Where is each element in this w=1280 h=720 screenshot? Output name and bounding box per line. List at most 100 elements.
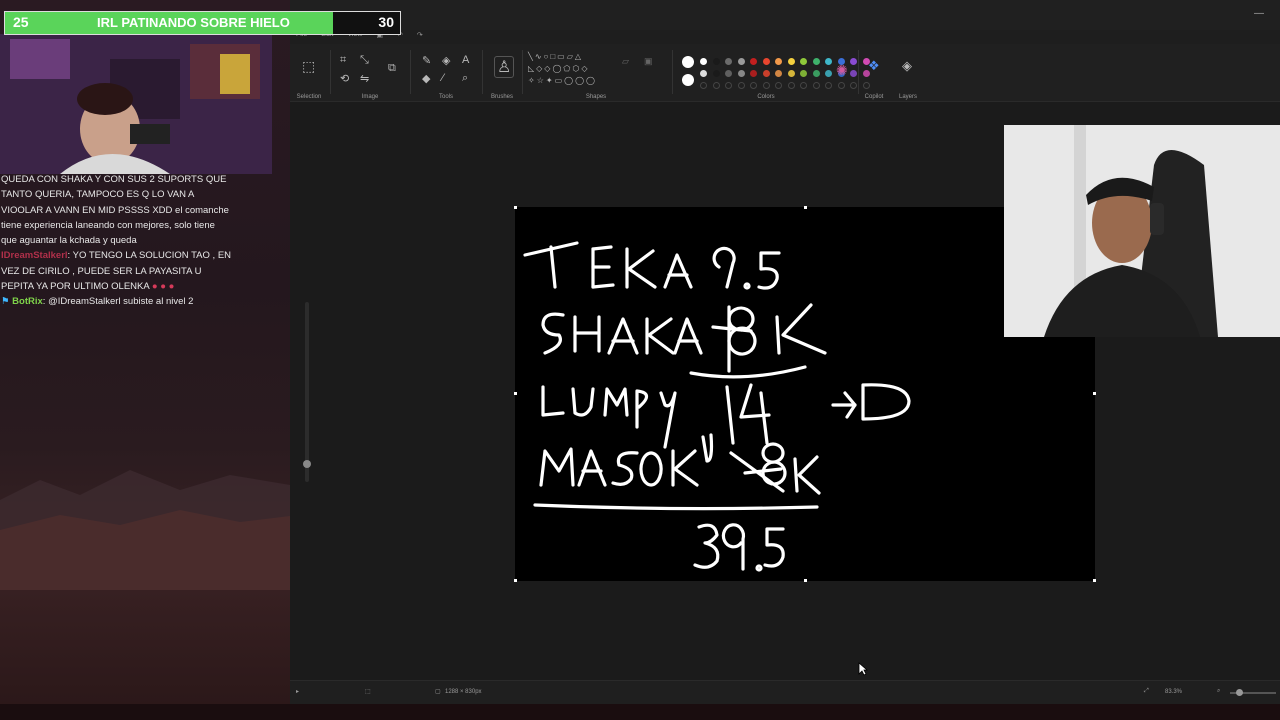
chat-message: PEPITA YA POR ULTIMO OLENKA (1, 281, 150, 293)
resize-handle[interactable] (804, 206, 807, 209)
palette-color-swatch[interactable] (700, 58, 707, 65)
chat-line: tiene experiencia laneando con mejores, … (0, 218, 290, 233)
palette-color-swatch[interactable] (850, 58, 857, 65)
edit-colors-icon[interactable]: ✺ (836, 62, 848, 79)
streamer-webcam-right (1004, 125, 1280, 337)
custom-color-slot[interactable] (712, 82, 720, 89)
palette-color-swatch[interactable] (737, 58, 745, 65)
palette-color-swatch[interactable] (812, 58, 820, 65)
text-icon[interactable]: A (462, 54, 469, 66)
custom-color-slot[interactable] (762, 82, 770, 89)
palette-color-swatch[interactable] (800, 58, 807, 65)
fit-to-window-icon[interactable]: ⤢ (1144, 688, 1149, 695)
custom-color-slot[interactable] (800, 82, 807, 89)
streamer-webcam-left (0, 34, 272, 174)
resize-handle[interactable] (1093, 579, 1096, 582)
minimize-icon[interactable]: — (1254, 8, 1264, 19)
palette-color-swatch[interactable] (800, 70, 807, 77)
resize-handle[interactable] (804, 579, 807, 582)
pointer-icon: ▸ (296, 689, 300, 695)
palette-color-swatch[interactable] (812, 70, 820, 77)
stream-sidebar: QUEDA CON SHAKA Y CON SUS 2 SUPORTS QUE … (0, 0, 290, 720)
palette-color-swatch[interactable] (750, 58, 757, 65)
vertical-zoom-slider[interactable] (303, 302, 311, 482)
rotate-icon[interactable]: ⟲ (340, 72, 349, 85)
custom-color-slot[interactable] (825, 82, 832, 89)
palette-color-swatch[interactable] (775, 70, 782, 77)
fill-icon[interactable]: ◈ (442, 54, 450, 67)
status-bar: ▸ ⬚ ▢ 1288 × 830px ⤢ 83.3% ⌕ (290, 680, 1280, 704)
flip-icon[interactable]: ⇋ (360, 72, 369, 85)
resize-icon[interactable]: ⤡ (360, 54, 369, 67)
ribbon-toolbar: ⬚ Selection ⌗ ⤡ ⟲ ⇋ ⧉ Image ✎ ◈ A ◆ ⁄ ⌕ … (290, 44, 1280, 102)
chat-username[interactable]: BotRix (12, 296, 43, 307)
palette-color-swatch[interactable] (825, 58, 832, 65)
custom-color-slot[interactable] (775, 82, 782, 89)
custom-color-slot[interactable] (850, 82, 857, 89)
selection-icon[interactable]: ⬚ (302, 58, 315, 75)
chat-message: VEZ DE CIRILO , PUEDE SER LA PAYASITA U (1, 265, 202, 277)
palette-color-swatch[interactable] (750, 70, 757, 77)
palette-color-swatch[interactable] (725, 58, 732, 65)
subgoal-title: IRL PATINANDO SOBRE HIELO (97, 15, 290, 30)
brush-icon[interactable]: ♙ (494, 56, 515, 78)
chat-message: TANTO QUERIA, TAMPOCO ES Q LO VAN A (1, 189, 195, 201)
palette-color-swatch[interactable] (775, 58, 782, 65)
primary-color-swatch[interactable] (682, 56, 694, 68)
layers-group[interactable]: ◈ Layers (896, 52, 920, 100)
shapes-group: ╲∿○□▭▱△ ◺◇◇◯⬠⬡◇ ✧☆✦▭◯◯◯ ▱ ▣ Shapes (526, 52, 666, 100)
colors-label: Colors (757, 94, 775, 100)
horizontal-zoom-slider[interactable] (1230, 689, 1276, 696)
layers-icon[interactable]: ◈ (902, 58, 912, 74)
chat-message: : YO TENGO LA SOLUCION TAO , EN (67, 250, 232, 262)
color-picker-icon[interactable]: ⁄ (442, 72, 444, 84)
remove-background-icon[interactable]: ⧉ (388, 62, 396, 75)
magnifier-icon[interactable]: ⌕ (462, 72, 468, 85)
custom-color-slot[interactable] (737, 82, 745, 89)
palette-color-swatch[interactable] (825, 70, 832, 77)
canvas-size-text: 1288 × 830px (445, 689, 482, 695)
palette-color-swatch[interactable] (712, 58, 720, 65)
chat-username[interactable]: IDreamStalkerl (1, 250, 68, 261)
chat-panel: QUEDA CON SHAKA Y CON SUS 2 SUPORTS QUE … (0, 172, 290, 310)
outline-icon[interactable]: ▱ (622, 56, 629, 67)
selection-group[interactable]: ⬚ Selection (294, 52, 324, 100)
eraser-icon[interactable]: ◆ (422, 72, 430, 85)
palette-color-swatch[interactable] (762, 70, 770, 77)
palette-color-swatch[interactable] (737, 70, 745, 77)
resize-handle[interactable] (514, 206, 517, 209)
custom-color-slot[interactable] (700, 82, 707, 89)
stream-bottom-bar (0, 704, 1280, 720)
zoom-slider-knob[interactable] (303, 460, 311, 468)
copilot-group[interactable]: ❖ Copilot (862, 52, 886, 100)
resize-handle[interactable] (514, 579, 517, 582)
shapes-row-2-icon[interactable]: ◺◇◇◯⬠⬡◇ (528, 64, 590, 73)
palette-color-swatch[interactable] (762, 58, 770, 65)
custom-color-slot[interactable] (787, 82, 795, 89)
custom-color-slot[interactable] (837, 82, 845, 89)
custom-color-slot[interactable] (812, 82, 820, 89)
palette-color-swatch[interactable] (725, 70, 732, 77)
redo-icon[interactable]: ↷ (417, 31, 423, 43)
palette-color-swatch[interactable] (850, 70, 857, 77)
crop-icon[interactable]: ⌗ (340, 54, 346, 67)
custom-color-slot[interactable] (750, 82, 757, 89)
resize-handle[interactable] (514, 392, 517, 395)
resize-handle[interactable] (1093, 392, 1096, 395)
secondary-color-swatch[interactable] (682, 74, 694, 86)
custom-color-slot[interactable] (725, 82, 732, 89)
palette-color-swatch[interactable] (700, 70, 707, 77)
shapes-row-3-icon[interactable]: ✧☆✦▭◯◯◯ (528, 76, 597, 85)
zoom-out-icon[interactable]: ⌕ (1217, 688, 1220, 695)
fill-shape-icon[interactable]: ▣ (644, 56, 653, 67)
chat-message: VIOOLAR A VANN EN MID PSSSS XDD el coman… (1, 204, 229, 216)
palette-color-swatch[interactable] (787, 58, 795, 65)
copilot-icon[interactable]: ❖ (868, 58, 880, 74)
brushes-group[interactable]: ♙ Brushes (486, 52, 518, 100)
palette-color-swatch[interactable] (787, 70, 795, 77)
palette-color-swatch[interactable] (712, 70, 720, 77)
horizontal-zoom-knob[interactable] (1236, 689, 1243, 696)
zoom-level[interactable]: 83.3% (1165, 689, 1182, 695)
shapes-row-1-icon[interactable]: ╲∿○□▭▱△ (528, 52, 583, 61)
pencil-icon[interactable]: ✎ (422, 54, 431, 67)
